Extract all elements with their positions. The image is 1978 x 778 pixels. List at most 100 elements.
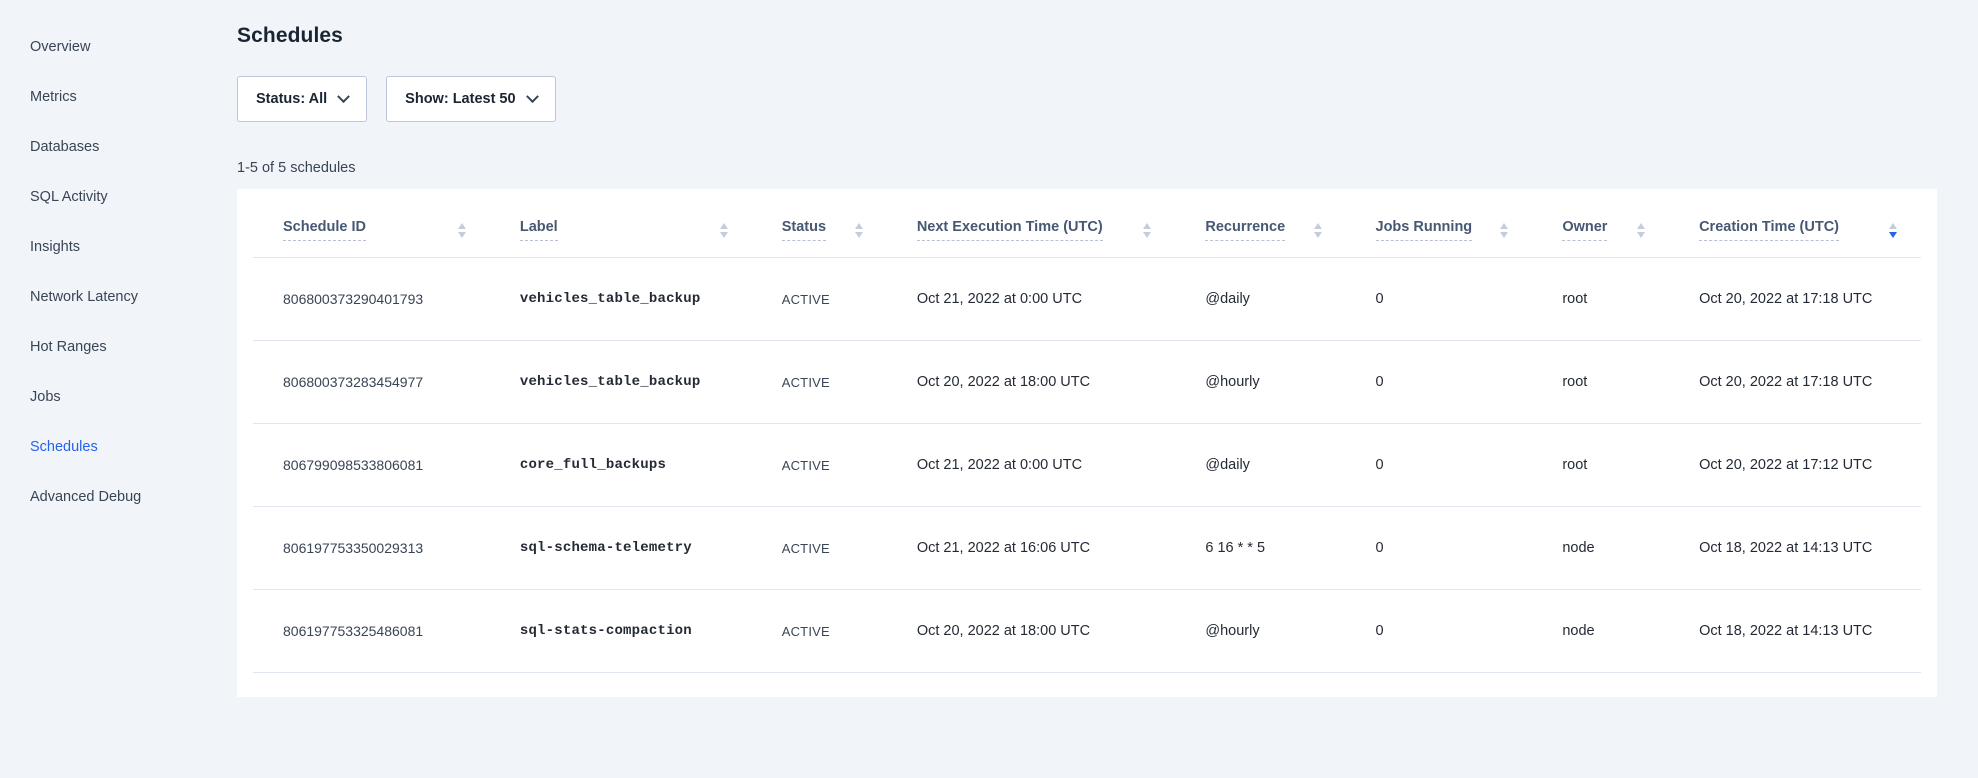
filter-bar: Status: All Show: Latest 50: [237, 76, 1937, 122]
schedule-status-cell: ACTIVE: [752, 341, 887, 424]
column-header-status: Status: [752, 195, 887, 258]
owner-cell: root: [1532, 341, 1669, 424]
column-sort-control[interactable]: Recurrence: [1205, 219, 1321, 241]
schedule-id-cell: 806800373290401793: [253, 258, 490, 341]
column-label: Recurrence: [1205, 219, 1285, 241]
column-sort-control[interactable]: Status: [782, 219, 863, 241]
creation-time-cell: Oct 18, 2022 at 14:13 UTC: [1669, 590, 1921, 673]
sort-arrows-icon: [1637, 223, 1645, 238]
column-header-jobs_running: Jobs Running: [1346, 195, 1533, 258]
schedule-id-cell: 806197753350029313: [253, 507, 490, 590]
next-execution-cell: Oct 21, 2022 at 0:00 UTC: [887, 258, 1176, 341]
schedule-id-cell: 806799098533806081: [253, 424, 490, 507]
next-execution-cell: Oct 20, 2022 at 18:00 UTC: [887, 590, 1176, 673]
schedule-label-cell: vehicles_table_backup: [490, 258, 752, 341]
recurrence-cell: 6 16 * * 5: [1175, 507, 1345, 590]
column-sort-control[interactable]: Schedule ID: [283, 219, 466, 241]
status-filter-label: Status: All: [256, 91, 327, 107]
schedule-status-cell: ACTIVE: [752, 424, 887, 507]
sidebar-item-databases[interactable]: Databases: [30, 122, 237, 172]
column-label: Next Execution Time (UTC): [917, 219, 1103, 241]
sort-arrows-icon: [1314, 223, 1322, 238]
schedule-status-cell: ACTIVE: [752, 507, 887, 590]
schedule-status-cell: ACTIVE: [752, 258, 887, 341]
sidebar-item-jobs[interactable]: Jobs: [30, 372, 237, 422]
sort-arrows-icon: [458, 223, 466, 238]
sidebar-nav: OverviewMetricsDatabasesSQL ActivityInsi…: [0, 0, 237, 778]
results-count: 1-5 of 5 schedules: [237, 160, 1937, 176]
column-label: Owner: [1562, 219, 1607, 241]
column-header-id: Schedule ID: [253, 195, 490, 258]
next-execution-cell: Oct 21, 2022 at 0:00 UTC: [887, 424, 1176, 507]
schedule-label-cell: core_full_backups: [490, 424, 752, 507]
chevron-down-icon: [337, 90, 350, 103]
jobs-running-cell: 0: [1346, 590, 1533, 673]
show-filter-dropdown[interactable]: Show: Latest 50: [386, 76, 555, 122]
table-row[interactable]: 806197753350029313 sql-schema-telemetry …: [253, 507, 1921, 590]
column-header-next_execution: Next Execution Time (UTC): [887, 195, 1176, 258]
owner-cell: root: [1532, 424, 1669, 507]
sort-arrows-icon: [1143, 223, 1151, 238]
recurrence-cell: @daily: [1175, 258, 1345, 341]
jobs-running-cell: 0: [1346, 507, 1533, 590]
column-header-label: Label: [490, 195, 752, 258]
sidebar-item-schedules[interactable]: Schedules: [30, 422, 237, 472]
table-row[interactable]: 806197753325486081 sql-stats-compaction …: [253, 590, 1921, 673]
creation-time-cell: Oct 20, 2022 at 17:12 UTC: [1669, 424, 1921, 507]
column-sort-control[interactable]: Next Execution Time (UTC): [917, 219, 1152, 241]
sidebar-item-advanced-debug[interactable]: Advanced Debug: [30, 472, 237, 522]
column-label: Status: [782, 219, 826, 241]
column-label: Jobs Running: [1376, 219, 1473, 241]
sidebar-item-insights[interactable]: Insights: [30, 222, 237, 272]
schedules-table: Schedule ID Label Status Next Execution …: [253, 195, 1921, 673]
owner-cell: node: [1532, 590, 1669, 673]
column-label: Label: [520, 219, 558, 241]
creation-time-cell: Oct 20, 2022 at 17:18 UTC: [1669, 341, 1921, 424]
table-row[interactable]: 806799098533806081 core_full_backups ACT…: [253, 424, 1921, 507]
page-title: Schedules: [237, 24, 1937, 48]
schedule-label-cell: sql-schema-telemetry: [490, 507, 752, 590]
column-label: Schedule ID: [283, 219, 366, 241]
jobs-running-cell: 0: [1346, 258, 1533, 341]
jobs-running-cell: 0: [1346, 424, 1533, 507]
column-sort-control[interactable]: Jobs Running: [1376, 219, 1509, 241]
sidebar-item-hot-ranges[interactable]: Hot Ranges: [30, 322, 237, 372]
recurrence-cell: @hourly: [1175, 590, 1345, 673]
column-header-recurrence: Recurrence: [1175, 195, 1345, 258]
schedule-label-cell: vehicles_table_backup: [490, 341, 752, 424]
schedule-status-cell: ACTIVE: [752, 590, 887, 673]
owner-cell: root: [1532, 258, 1669, 341]
schedules-page: Schedules Status: All Show: Latest 50 1-…: [237, 0, 1978, 778]
next-execution-cell: Oct 20, 2022 at 18:00 UTC: [887, 341, 1176, 424]
show-filter-label: Show: Latest 50: [405, 91, 515, 107]
column-sort-control[interactable]: Creation Time (UTC): [1699, 219, 1897, 241]
sidebar-item-overview[interactable]: Overview: [30, 22, 237, 72]
next-execution-cell: Oct 21, 2022 at 16:06 UTC: [887, 507, 1176, 590]
sort-arrows-icon: [720, 223, 728, 238]
owner-cell: node: [1532, 507, 1669, 590]
table-row[interactable]: 806800373290401793 vehicles_table_backup…: [253, 258, 1921, 341]
status-filter-dropdown[interactable]: Status: All: [237, 76, 367, 122]
column-sort-control[interactable]: Owner: [1562, 219, 1645, 241]
column-header-owner: Owner: [1532, 195, 1669, 258]
sidebar-item-metrics[interactable]: Metrics: [30, 72, 237, 122]
sort-arrows-icon: [855, 223, 863, 238]
sort-arrows-icon: [1500, 223, 1508, 238]
creation-time-cell: Oct 20, 2022 at 17:18 UTC: [1669, 258, 1921, 341]
column-label: Creation Time (UTC): [1699, 219, 1839, 241]
jobs-running-cell: 0: [1346, 341, 1533, 424]
recurrence-cell: @daily: [1175, 424, 1345, 507]
column-sort-control[interactable]: Label: [520, 219, 728, 241]
schedule-id-cell: 806197753325486081: [253, 590, 490, 673]
creation-time-cell: Oct 18, 2022 at 14:13 UTC: [1669, 507, 1921, 590]
recurrence-cell: @hourly: [1175, 341, 1345, 424]
table-header-row: Schedule ID Label Status Next Execution …: [253, 195, 1921, 258]
schedules-table-card: Schedule ID Label Status Next Execution …: [237, 189, 1937, 697]
sidebar-item-network-latency[interactable]: Network Latency: [30, 272, 237, 322]
schedule-id-cell: 806800373283454977: [253, 341, 490, 424]
chevron-down-icon: [526, 90, 539, 103]
column-header-creation_time: Creation Time (UTC): [1669, 195, 1921, 258]
table-row[interactable]: 806800373283454977 vehicles_table_backup…: [253, 341, 1921, 424]
sidebar-item-sql-activity[interactable]: SQL Activity: [30, 172, 237, 222]
schedule-label-cell: sql-stats-compaction: [490, 590, 752, 673]
